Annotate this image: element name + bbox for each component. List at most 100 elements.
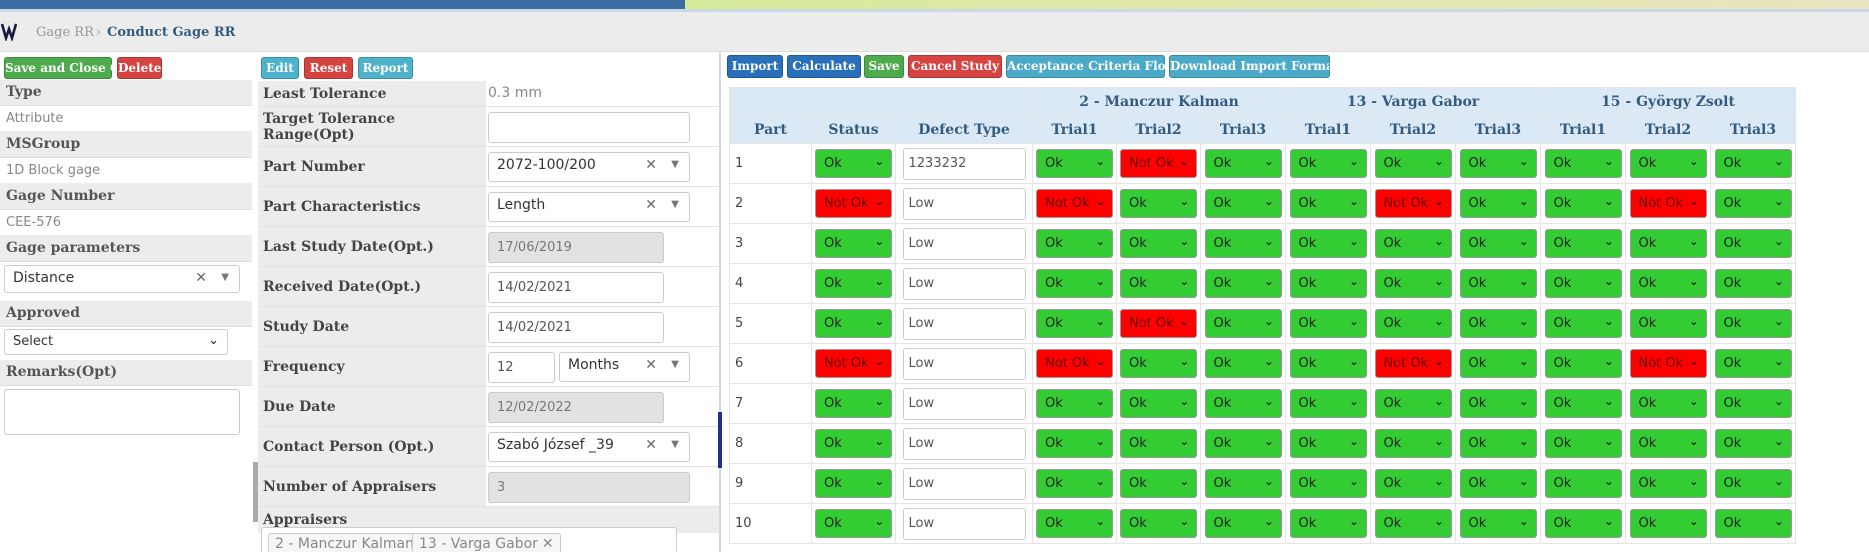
ok-select[interactable]: Ok ⌄ bbox=[1289, 389, 1367, 418]
import-button[interactable]: Import bbox=[727, 55, 783, 78]
not-ok-select[interactable]: Not Ok ⌄ bbox=[1036, 189, 1113, 218]
not-ok-select[interactable]: Not Ok ⌄ bbox=[1036, 349, 1113, 378]
delete-button[interactable]: Delete bbox=[117, 57, 162, 79]
save-and-close-button[interactable]: Save and Close Out bbox=[4, 57, 135, 79]
acceptance-criteria-flow-button[interactable]: Acceptance Criteria Flow bbox=[1006, 55, 1176, 78]
frequency-unit-select[interactable]: Months ✕ ▼ bbox=[559, 352, 690, 382]
ok-select[interactable]: Ok ⌄ bbox=[1459, 349, 1537, 378]
calculate-button[interactable]: Calculate bbox=[787, 55, 861, 78]
ok-select[interactable]: Ok ⌄ bbox=[1459, 189, 1537, 218]
clear-icon[interactable]: ✕ bbox=[645, 437, 657, 453]
report-button[interactable]: Report bbox=[358, 57, 413, 79]
ok-select[interactable]: Ok ⌄ bbox=[1714, 509, 1792, 538]
ok-select[interactable]: Ok ⌄ bbox=[1459, 509, 1537, 538]
clear-icon[interactable]: ✕ bbox=[645, 157, 657, 173]
ok-select[interactable]: Ok ⌄ bbox=[1289, 469, 1367, 498]
defect-type-input[interactable]: Low bbox=[902, 347, 1026, 380]
status-select[interactable]: Not Ok ⌄ bbox=[815, 349, 892, 378]
ok-select[interactable]: Ok ⌄ bbox=[1204, 389, 1282, 418]
ok-select[interactable]: Ok ⌄ bbox=[1204, 149, 1282, 178]
ok-select[interactable]: Ok ⌄ bbox=[1544, 189, 1622, 218]
ok-select[interactable]: Ok ⌄ bbox=[1459, 469, 1537, 498]
status-select[interactable]: Ok ⌄ bbox=[815, 389, 892, 418]
frequency-input[interactable]: 12 bbox=[488, 352, 555, 383]
ok-select[interactable]: Ok ⌄ bbox=[1204, 349, 1282, 378]
ok-select[interactable]: Ok ⌄ bbox=[1204, 229, 1282, 258]
ok-select[interactable]: Ok ⌄ bbox=[1544, 149, 1622, 178]
ok-select[interactable]: Ok ⌄ bbox=[1036, 229, 1113, 258]
ok-select[interactable]: Ok ⌄ bbox=[1629, 469, 1707, 498]
ok-select[interactable]: Ok ⌄ bbox=[1374, 149, 1452, 178]
ok-select[interactable]: Ok ⌄ bbox=[1374, 429, 1452, 458]
ok-select[interactable]: Ok ⌄ bbox=[1714, 269, 1792, 298]
ok-select[interactable]: Ok ⌄ bbox=[1714, 389, 1792, 418]
not-ok-select[interactable]: Not Ok ⌄ bbox=[1120, 149, 1197, 178]
ok-select[interactable]: Ok ⌄ bbox=[1036, 509, 1113, 538]
defect-type-input[interactable]: Low bbox=[902, 267, 1026, 300]
defect-type-input[interactable]: Low bbox=[902, 507, 1026, 540]
approved-select[interactable]: Select ⌄ bbox=[4, 329, 228, 355]
received-date-input[interactable]: 14/02/2021 bbox=[488, 272, 664, 303]
status-select[interactable]: Not Ok ⌄ bbox=[815, 189, 892, 218]
ok-select[interactable]: Ok ⌄ bbox=[1289, 149, 1367, 178]
ok-select[interactable]: Ok ⌄ bbox=[1459, 149, 1537, 178]
ok-select[interactable]: Ok ⌄ bbox=[1544, 349, 1622, 378]
ok-select[interactable]: Ok ⌄ bbox=[1036, 149, 1113, 178]
ok-select[interactable]: Ok ⌄ bbox=[1629, 429, 1707, 458]
download-import-format-button[interactable]: Download Import Format bbox=[1169, 55, 1339, 78]
ok-select[interactable]: Ok ⌄ bbox=[1459, 309, 1537, 338]
ok-select[interactable]: Ok ⌄ bbox=[1120, 429, 1197, 458]
edit-button[interactable]: Edit bbox=[261, 57, 299, 79]
clear-icon[interactable]: ✕ bbox=[645, 197, 657, 213]
ok-select[interactable]: Ok ⌄ bbox=[1289, 269, 1367, 298]
ok-select[interactable]: Ok ⌄ bbox=[1204, 429, 1282, 458]
middle-splitter-handle[interactable] bbox=[718, 412, 722, 468]
ok-select[interactable]: Ok ⌄ bbox=[1120, 509, 1197, 538]
clear-icon[interactable]: ✕ bbox=[195, 270, 207, 286]
ok-select[interactable]: Ok ⌄ bbox=[1120, 269, 1197, 298]
ok-select[interactable]: Ok ⌄ bbox=[1459, 269, 1537, 298]
ok-select[interactable]: Ok ⌄ bbox=[1544, 309, 1622, 338]
ok-select[interactable]: Ok ⌄ bbox=[1544, 469, 1622, 498]
ok-select[interactable]: Ok ⌄ bbox=[1289, 429, 1367, 458]
not-ok-select[interactable]: Not Ok ⌄ bbox=[1374, 349, 1452, 378]
ok-select[interactable]: Ok ⌄ bbox=[1204, 269, 1282, 298]
ok-select[interactable]: Ok ⌄ bbox=[1544, 229, 1622, 258]
ok-select[interactable]: Ok ⌄ bbox=[1036, 429, 1113, 458]
ok-select[interactable]: Ok ⌄ bbox=[1374, 269, 1452, 298]
reset-button[interactable]: Reset bbox=[304, 57, 353, 79]
ok-select[interactable]: Ok ⌄ bbox=[1289, 349, 1367, 378]
ok-select[interactable]: Ok ⌄ bbox=[1374, 309, 1452, 338]
ok-select[interactable]: Ok ⌄ bbox=[1374, 389, 1452, 418]
not-ok-select[interactable]: Not Ok ⌄ bbox=[1629, 349, 1707, 378]
ok-select[interactable]: Ok ⌄ bbox=[1120, 469, 1197, 498]
part-number-select[interactable]: 2072-100/200 ✕ ▼ bbox=[488, 152, 690, 182]
ok-select[interactable]: Ok ⌄ bbox=[1544, 509, 1622, 538]
ok-select[interactable]: Ok ⌄ bbox=[1714, 149, 1792, 178]
ok-select[interactable]: Ok ⌄ bbox=[1714, 349, 1792, 378]
ok-select[interactable]: Ok ⌄ bbox=[1714, 429, 1792, 458]
remarks-textarea[interactable] bbox=[4, 389, 240, 435]
ok-select[interactable]: Ok ⌄ bbox=[1036, 469, 1113, 498]
ok-select[interactable]: Ok ⌄ bbox=[1714, 189, 1792, 218]
ok-select[interactable]: Ok ⌄ bbox=[1289, 189, 1367, 218]
not-ok-select[interactable]: Not Ok ⌄ bbox=[1629, 189, 1707, 218]
not-ok-select[interactable]: Not Ok ⌄ bbox=[1374, 189, 1452, 218]
ok-select[interactable]: Ok ⌄ bbox=[1204, 509, 1282, 538]
ok-select[interactable]: Ok ⌄ bbox=[1036, 309, 1113, 338]
ok-select[interactable]: Ok ⌄ bbox=[1714, 229, 1792, 258]
defect-type-input[interactable]: Low bbox=[902, 227, 1026, 260]
clear-icon[interactable]: ✕ bbox=[645, 357, 657, 373]
ok-select[interactable]: Ok ⌄ bbox=[1204, 309, 1282, 338]
defect-type-input[interactable]: Low bbox=[902, 467, 1026, 500]
ok-select[interactable]: Ok ⌄ bbox=[1629, 389, 1707, 418]
gage-parameters-select[interactable]: Distance ✕ ▼ bbox=[4, 265, 240, 293]
save-button[interactable]: Save bbox=[864, 55, 904, 78]
ok-select[interactable]: Ok ⌄ bbox=[1459, 389, 1537, 418]
ok-select[interactable]: Ok ⌄ bbox=[1374, 229, 1452, 258]
ok-select[interactable]: Ok ⌄ bbox=[1289, 229, 1367, 258]
ok-select[interactable]: Ok ⌄ bbox=[1374, 469, 1452, 498]
status-select[interactable]: Ok ⌄ bbox=[815, 469, 892, 498]
ok-select[interactable]: Ok ⌄ bbox=[1629, 509, 1707, 538]
status-select[interactable]: Ok ⌄ bbox=[815, 149, 892, 178]
